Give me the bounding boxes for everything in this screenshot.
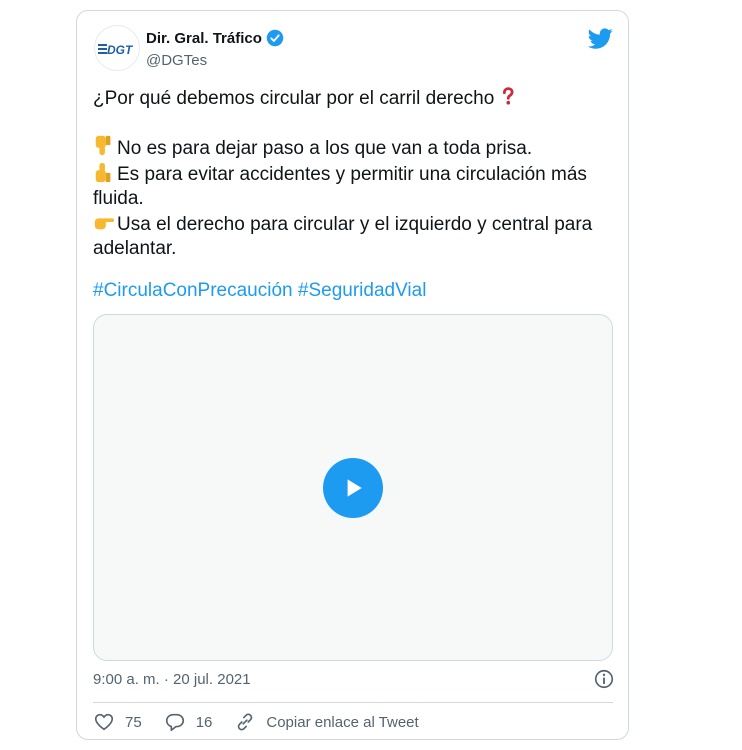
twitter-bird-icon[interactable] — [588, 26, 613, 51]
thumbs-up-icon — [95, 162, 111, 183]
tweet-line-2: Es para evitar accidentes y permitir una… — [93, 161, 613, 211]
copy-link-button[interactable]: Copiar enlace al Tweet — [234, 711, 419, 733]
reply-icon — [165, 713, 184, 732]
tweet-line-1: No es para dejar paso a los que van a to… — [93, 135, 613, 161]
thumbs-down-icon — [95, 135, 111, 156]
tweet-meta: 9:00 a. m. · 20 jul. 2021 — [93, 668, 615, 690]
tweet-line-3: Usa el derecho para circular y el izquie… — [93, 211, 613, 261]
like-count: 75 — [125, 713, 142, 731]
pointing-right-icon — [94, 218, 115, 230]
heart-icon — [94, 713, 114, 731]
divider — [93, 702, 613, 703]
verified-badge-icon — [266, 29, 284, 47]
hashtag-link[interactable]: #SeguridadVial — [298, 280, 427, 301]
reply-count: 16 — [195, 713, 213, 731]
author-name-row: Dir. Gral. Tráfico — [146, 29, 284, 47]
tweet-line-question: ¿Por qué debemos circular por el carril … — [93, 85, 613, 111]
hashtag-link[interactable]: #CirculaConPrecaución — [93, 280, 293, 301]
author-handle[interactable]: @DGTes — [146, 52, 207, 69]
play-button[interactable] — [323, 458, 383, 518]
tweet-card: DGT Dir. Gral. Tráfico @DGTes ¿Por qué d… — [76, 10, 629, 740]
copy-link-label: Copiar enlace al Tweet — [266, 713, 419, 731]
like-button[interactable]: 75 — [93, 711, 142, 733]
author-display-name[interactable]: Dir. Gral. Tráfico — [146, 30, 262, 47]
tweet-actions: 75 16 Copiar enlace al Tweet — [93, 711, 441, 733]
svg-text:DGT: DGT — [107, 43, 134, 57]
dgt-logo-icon: DGT — [98, 43, 134, 57]
tweet-text: ¿Por qué debemos circular por el carril … — [93, 85, 613, 261]
avatar[interactable]: DGT — [94, 25, 140, 71]
video-player[interactable] — [93, 314, 613, 661]
play-icon — [347, 479, 362, 497]
reply-button[interactable]: 16 — [164, 711, 213, 733]
link-icon — [238, 713, 253, 731]
red-question-mark-icon — [503, 87, 514, 105]
tweet-timestamp[interactable]: 9:00 a. m. · 20 jul. 2021 — [93, 671, 251, 688]
hashtags: #CirculaConPrecaución #SeguridadVial — [93, 279, 426, 303]
info-icon[interactable] — [593, 668, 615, 690]
